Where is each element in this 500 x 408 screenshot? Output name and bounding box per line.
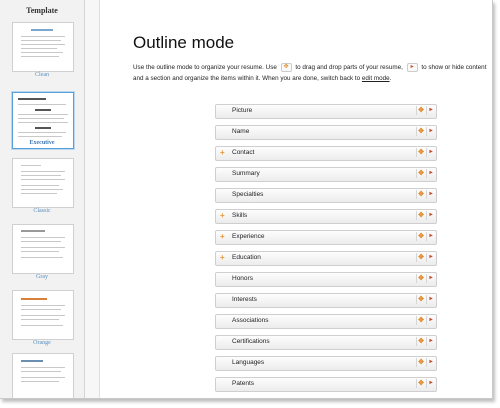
move-icon[interactable]: ✥ [416,232,425,241]
move-icon[interactable]: ✥ [416,190,425,199]
app-window: Template Clean Executive Classic Gray Or… [0,0,493,399]
move-icon[interactable]: ✥ [416,253,425,262]
move-icon[interactable]: ✥ [416,295,425,304]
move-icon[interactable]: ✥ [416,211,425,220]
toggle-icon[interactable]: ▸ [426,211,435,220]
expand-icon[interactable]: + [220,253,225,262]
template-thumb-clean[interactable] [12,22,74,72]
toggle-icon[interactable]: ▸ [426,127,435,136]
toggle-icon[interactable]: ▸ [426,295,435,304]
outline-list: Picture ✥ ▸ Name ✥ ▸ + Contact ✥ ▸ Summary ✥ ▸ Specia… [215,104,437,399]
toggle-icon[interactable]: ▸ [426,106,435,115]
template-label-gray[interactable]: Gray [0,274,84,280]
outline-row-name[interactable]: Name ✥ ▸ [215,125,437,140]
outline-row-languages[interactable]: Languages ✥ ▸ [215,356,437,371]
outline-row-picture[interactable]: Picture ✥ ▸ [215,104,437,119]
outline-row-label: Education [232,254,261,261]
outline-row-summary[interactable]: Summary ✥ ▸ [215,167,437,182]
outline-row-associations[interactable]: Associations ✥ ▸ [215,314,437,329]
sidebar-title: Template [26,6,58,15]
template-label-orange[interactable]: Orange [0,340,84,346]
outline-row-specialties[interactable]: Specialties ✥ ▸ [215,188,437,203]
outline-row-label: Associations [232,317,269,324]
move-icon[interactable]: ✥ [416,274,425,283]
toggle-icon[interactable]: ▸ [426,148,435,157]
outline-row-label: Languages [232,359,265,366]
outline-row-label: Certifications [232,338,270,345]
outline-row-label: Name [232,128,250,135]
template-thumb-orange[interactable] [12,290,74,340]
edit-mode-link[interactable]: edit mode [362,75,390,82]
template-thumb-classic[interactable] [12,158,74,208]
outline-row-interests[interactable]: Interests ✥ ▸ [215,293,437,308]
outline-row-education[interactable]: + Education ✥ ▸ [215,251,437,266]
outline-row-label: Summary [232,170,260,177]
outline-row-label: Interests [232,296,257,303]
move-icon[interactable]: ✥ [416,379,425,388]
move-icon[interactable]: ✥ [416,106,425,115]
toggle-icon[interactable]: ▸ [426,358,435,367]
template-thumb-6[interactable] [12,353,74,398]
outline-row-label: Patents [232,380,255,387]
outline-row-label: Experience [232,233,265,240]
page-title: Outline mode [133,33,235,52]
template-sidebar: Template Clean Executive Classic Gray Or… [0,0,85,398]
outline-row-patents[interactable]: Patents ✥ ▸ [215,377,437,392]
move-icon[interactable]: ✥ [416,148,425,157]
toggle-icon[interactable]: ▸ [426,337,435,346]
outline-row-honors[interactable]: Honors ✥ ▸ [215,272,437,287]
outline-row-label: Specialties [232,191,264,198]
outline-row-publications[interactable]: +Publications✥▸ [215,398,437,399]
move-icon[interactable]: ✥ [416,316,425,325]
toggle-icon[interactable]: ▸ [426,316,435,325]
template-label-classic[interactable]: Classic [0,208,84,214]
move-icon[interactable]: ✥ [416,358,425,367]
toggle-icon[interactable]: ▸ [426,274,435,283]
move-icon[interactable]: ✥ [416,169,425,178]
template-thumb-gray[interactable] [12,224,74,274]
move-icon[interactable]: ✥ [416,127,425,136]
expand-icon[interactable]: + [220,211,225,220]
toggle-icon[interactable]: ▸ [426,190,435,199]
move-icon: ✥ [280,62,292,72]
intro-end: . [389,75,392,82]
toggle-icon: ▸ [406,62,418,72]
outline-row-skills[interactable]: + Skills ✥ ▸ [215,209,437,224]
outline-row-label: Picture [232,107,253,114]
move-icon[interactable]: ✥ [416,337,425,346]
main-content: Outline mode Use the outline mode to org… [100,0,492,398]
outline-row-label: Skills [232,212,248,219]
outline-row-certifications[interactable]: Certifications ✥ ▸ [215,335,437,350]
toggle-icon[interactable]: ▸ [426,169,435,178]
sidebar-divider [85,0,100,398]
template-label-executive[interactable]: Executive [0,140,84,146]
toggle-icon[interactable]: ▸ [426,379,435,388]
intro-part-1: Use the outline mode to organize your re… [133,64,277,71]
outline-row-contact[interactable]: + Contact ✥ ▸ [215,146,437,161]
outline-row-label: Contact [232,149,255,156]
toggle-icon[interactable]: ▸ [426,232,435,241]
template-label-clean[interactable]: Clean [0,72,84,78]
expand-icon[interactable]: + [220,232,225,241]
toggle-icon[interactable]: ▸ [426,253,435,262]
intro-part-2: to drag and drop parts of your resume, [295,64,403,71]
outline-row-experience[interactable]: + Experience ✥ ▸ [215,230,437,245]
outline-row-label: Honors [232,275,253,282]
intro-text: Use the outline mode to organize your re… [133,62,488,84]
expand-icon[interactable]: + [220,148,225,157]
